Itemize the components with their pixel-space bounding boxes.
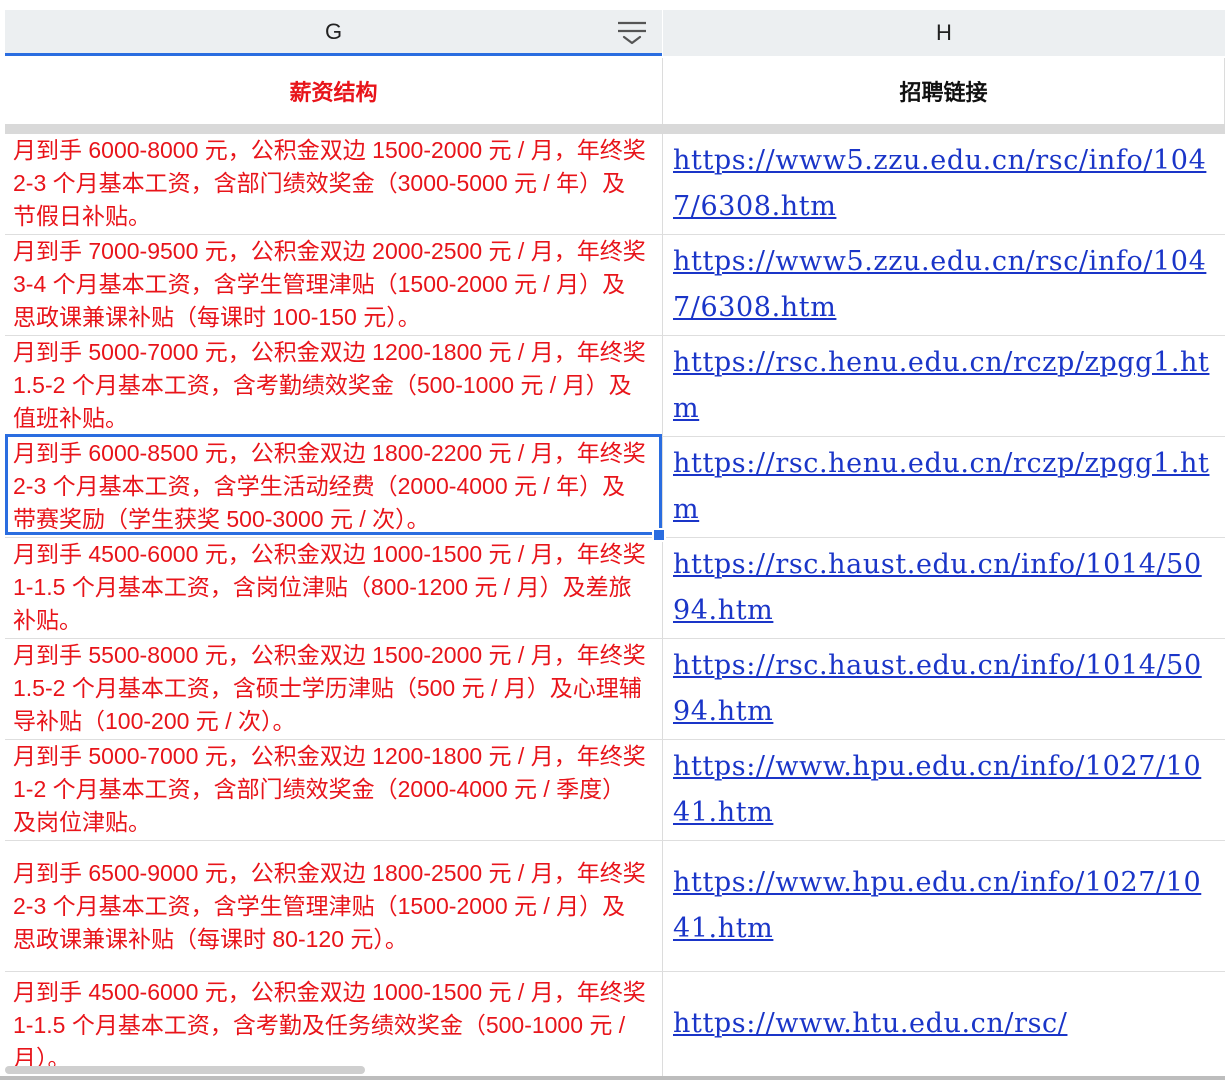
recruit-link[interactable]: https://www5.zzu.edu.cn/rsc/info/1047/63… bbox=[673, 138, 1215, 230]
recruit-link[interactable]: https://www.htu.edu.cn/rsc/ bbox=[673, 1001, 1067, 1047]
fill-handle[interactable] bbox=[652, 528, 666, 542]
salary-text: 月到手 6000-8000 元，公积金双边 1500-2000 元 / 月，年终… bbox=[13, 137, 646, 229]
column-letter-h: H bbox=[936, 20, 952, 45]
table-row: 月到手 5000-7000 元，公积金双边 1200-1800 元 / 月，年终… bbox=[5, 740, 1225, 841]
salary-text: 月到手 7000-9500 元，公积金双边 2000-2500 元 / 月，年终… bbox=[13, 238, 646, 330]
header-cell-salary-structure[interactable]: 薪资结构 bbox=[5, 58, 663, 124]
link-cell[interactable]: https://www5.zzu.edu.cn/rsc/info/1047/63… bbox=[663, 134, 1225, 234]
recruit-link[interactable]: https://rsc.henu.edu.cn/rczp/zpgg1.htm bbox=[673, 340, 1215, 432]
salary-cell[interactable]: 月到手 5000-7000 元，公积金双边 1200-1800 元 / 月，年终… bbox=[5, 336, 663, 436]
bottom-edge bbox=[0, 1076, 1225, 1080]
salary-cell[interactable]: 月到手 4500-6000 元，公积金双边 1000-1500 元 / 月，年终… bbox=[5, 972, 663, 1076]
link-cell[interactable]: https://www.hpu.edu.cn/info/1027/1041.ht… bbox=[663, 841, 1225, 971]
link-cell[interactable]: https://rsc.haust.edu.cn/info/1014/5094.… bbox=[663, 538, 1225, 638]
salary-cell[interactable]: 月到手 5500-8000 元，公积金双边 1500-2000 元 / 月，年终… bbox=[5, 639, 663, 739]
link-cell[interactable]: https://www5.zzu.edu.cn/rsc/info/1047/63… bbox=[663, 235, 1225, 335]
recruit-link[interactable]: https://rsc.haust.edu.cn/info/1014/5094.… bbox=[673, 643, 1215, 735]
recruit-link[interactable]: https://rsc.haust.edu.cn/info/1014/5094.… bbox=[673, 542, 1215, 634]
salary-cell[interactable]: 月到手 4500-6000 元，公积金双边 1000-1500 元 / 月，年终… bbox=[5, 538, 663, 638]
salary-cell[interactable]: 月到手 6500-9000 元，公积金双边 1800-2500 元 / 月，年终… bbox=[5, 841, 663, 971]
table-row: 月到手 5500-8000 元，公积金双边 1500-2000 元 / 月，年终… bbox=[5, 639, 1225, 740]
table-row: 月到手 4500-6000 元，公积金双边 1000-1500 元 / 月，年终… bbox=[5, 538, 1225, 639]
salary-cell[interactable]: 月到手 6000-8500 元，公积金双边 1800-2200 元 / 月，年终… bbox=[5, 437, 663, 537]
salary-cell[interactable]: 月到手 7000-9500 元，公积金双边 2000-2500 元 / 月，年终… bbox=[5, 235, 663, 335]
column-header-g[interactable]: G bbox=[5, 10, 662, 56]
header-text-link: 招聘链接 bbox=[899, 81, 988, 106]
salary-cell[interactable]: 月到手 5000-7000 元，公积金双边 1200-1800 元 / 月，年终… bbox=[5, 740, 663, 840]
salary-text: 月到手 6000-8500 元，公积金双边 1800-2200 元 / 月，年终… bbox=[13, 440, 646, 532]
table-row: 月到手 5000-7000 元，公积金双边 1200-1800 元 / 月，年终… bbox=[5, 336, 1225, 437]
salary-text: 月到手 5000-7000 元，公积金双边 1200-1800 元 / 月，年终… bbox=[13, 339, 646, 431]
link-cell[interactable]: https://rsc.henu.edu.cn/rczp/zpgg1.htm bbox=[663, 336, 1225, 436]
table-row: 月到手 6000-8500 元，公积金双边 1800-2200 元 / 月，年终… bbox=[5, 437, 1225, 538]
salary-cell[interactable]: 月到手 6000-8000 元，公积金双边 1500-2000 元 / 月，年终… bbox=[5, 134, 663, 234]
salary-text: 月到手 4500-6000 元，公积金双边 1000-1500 元 / 月，年终… bbox=[13, 541, 646, 633]
horizontal-scrollbar[interactable] bbox=[5, 1066, 365, 1074]
header-text-salary: 薪资结构 bbox=[289, 81, 378, 106]
filter-icon[interactable] bbox=[616, 20, 648, 46]
salary-text: 月到手 5500-8000 元，公积金双边 1500-2000 元 / 月，年终… bbox=[13, 642, 646, 734]
column-letter-g: G bbox=[324, 18, 343, 44]
recruit-link[interactable]: https://www.hpu.edu.cn/info/1027/1041.ht… bbox=[673, 860, 1215, 952]
link-cell[interactable]: https://www.hpu.edu.cn/info/1027/1041.ht… bbox=[663, 740, 1225, 840]
link-cell[interactable]: https://rsc.henu.edu.cn/rczp/zpgg1.htm bbox=[663, 437, 1225, 537]
salary-text: 月到手 6500-9000 元，公积金双边 1800-2500 元 / 月，年终… bbox=[13, 860, 646, 952]
header-cell-recruit-link[interactable]: 招聘链接 bbox=[663, 58, 1225, 124]
table-row: 月到手 7000-9500 元，公积金双边 2000-2500 元 / 月，年终… bbox=[5, 235, 1225, 336]
recruit-link[interactable]: https://www5.zzu.edu.cn/rsc/info/1047/63… bbox=[673, 239, 1215, 331]
table-row: 月到手 6000-8000 元，公积金双边 1500-2000 元 / 月，年终… bbox=[5, 134, 1225, 235]
table-row: 月到手 6500-9000 元，公积金双边 1800-2500 元 / 月，年终… bbox=[5, 841, 1225, 972]
link-cell[interactable]: https://rsc.haust.edu.cn/info/1014/5094.… bbox=[663, 639, 1225, 739]
spreadsheet: G H 薪资结构 招聘链接 月到手 6000-8000 元，公积金双边 1500… bbox=[0, 0, 1225, 1080]
table-row: 月到手 4500-6000 元，公积金双边 1000-1500 元 / 月，年终… bbox=[5, 972, 1225, 1076]
salary-text: 月到手 4500-6000 元，公积金双边 1000-1500 元 / 月，年终… bbox=[13, 979, 646, 1071]
link-cell[interactable]: https://www.htu.edu.cn/rsc/ bbox=[663, 972, 1225, 1076]
recruit-link[interactable]: https://rsc.henu.edu.cn/rczp/zpgg1.htm bbox=[673, 441, 1215, 533]
frozen-row-divider bbox=[5, 124, 1225, 134]
column-header-h[interactable]: H bbox=[663, 10, 1225, 56]
salary-text: 月到手 5000-7000 元，公积金双边 1200-1800 元 / 月，年终… bbox=[13, 743, 646, 835]
recruit-link[interactable]: https://www.hpu.edu.cn/info/1027/1041.ht… bbox=[673, 744, 1215, 836]
